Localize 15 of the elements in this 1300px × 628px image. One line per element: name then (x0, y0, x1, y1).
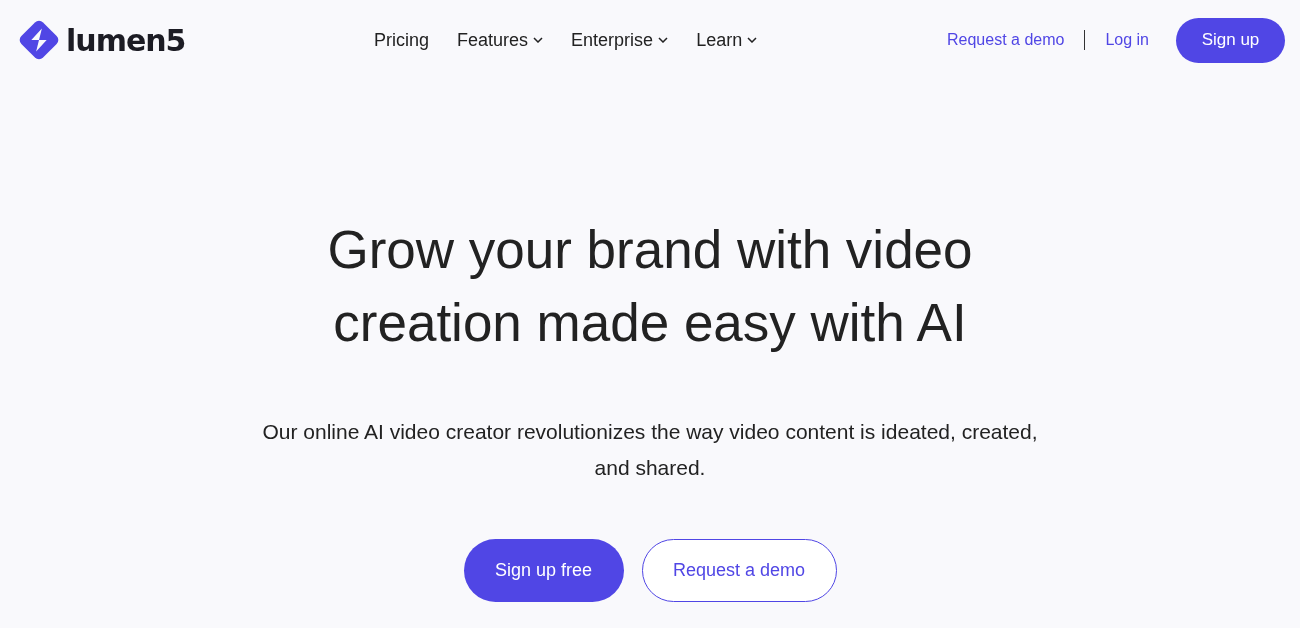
header-link[interactable]: Log in (1105, 31, 1149, 49)
hero-heading: Grow your brand with video creation made easy with AI (326, 219, 974, 354)
logo-wordmark[interactable]: lumen5 (66, 22, 186, 58)
nav-link[interactable]: Pricing (374, 29, 430, 51)
hero-subtitle: Our online AI video creator revolutionizes the way video content is ideated, created, and shared. (261, 419, 1039, 481)
sign-up-button[interactable]: Sign up (1176, 17, 1285, 63)
nav-link[interactable]: Enterprise (571, 29, 669, 51)
header-link[interactable]: Request a demo (947, 31, 1065, 49)
nav-link[interactable]: Learn (696, 29, 758, 51)
sign-up-free-button[interactable]: Sign up free (463, 539, 624, 602)
nav-link[interactable]: Features (457, 29, 544, 51)
caret-icon (658, 37, 669, 43)
caret-icon (747, 37, 758, 43)
request-demo-button[interactable]: Request a demo (641, 539, 837, 602)
caret-icon (533, 37, 544, 43)
